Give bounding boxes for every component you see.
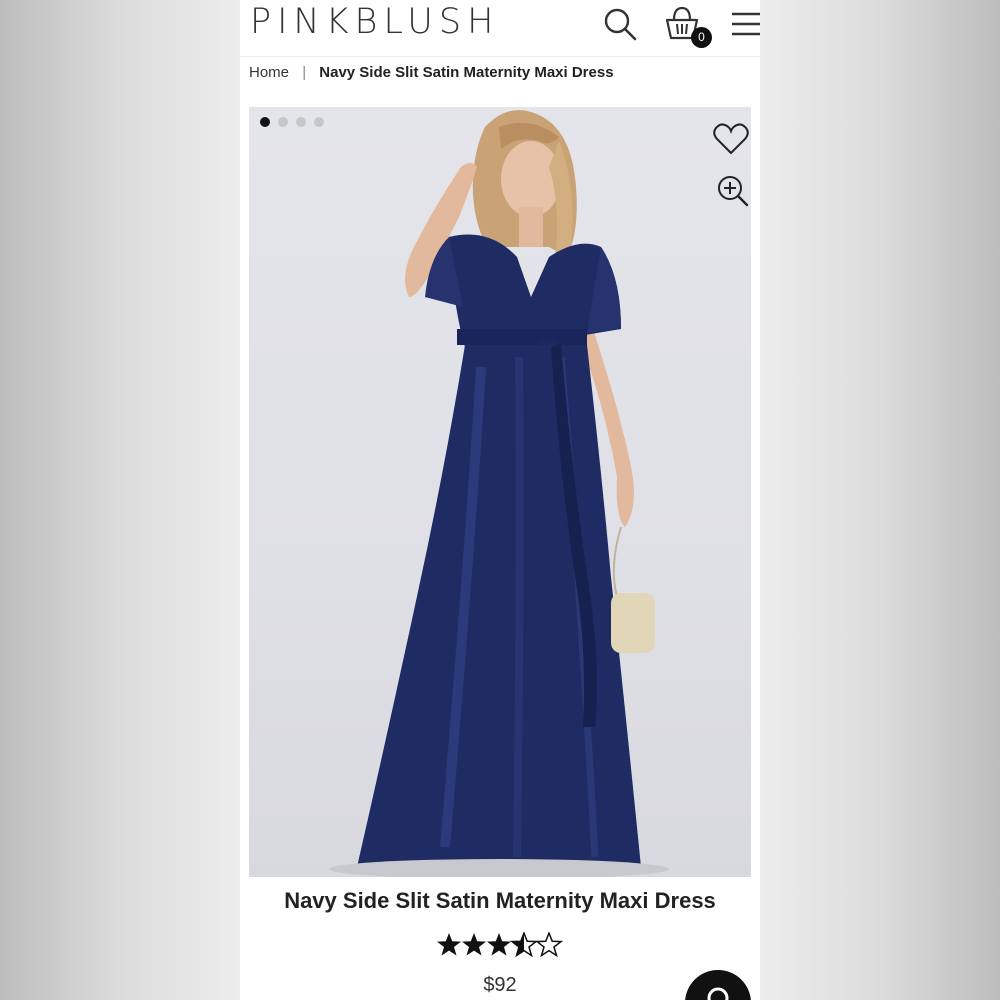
site-logo[interactable]: PINKBLUSH (250, 2, 499, 42)
mobile-page: PINKBLUSH 0 Home | Navy Side Slit Satin … (240, 0, 760, 1000)
pagination-dot-3[interactable] (296, 117, 306, 127)
image-pagination-dots (260, 117, 324, 127)
heart-icon[interactable] (711, 119, 751, 159)
star-full-icon (487, 933, 511, 956)
product-price: $92 (483, 974, 517, 996)
zoom-in-icon[interactable] (713, 171, 751, 211)
pagination-dot-4[interactable] (314, 117, 324, 127)
star-empty-icon (536, 932, 562, 957)
hamburger-menu-icon[interactable] (726, 4, 760, 44)
pagination-dot-1[interactable] (260, 117, 270, 127)
breadcrumb-home-link[interactable]: Home (249, 64, 289, 81)
breadcrumb-current-page: Navy Side Slit Satin Maternity Maxi Dres… (319, 64, 614, 81)
pagination-dot-2[interactable] (278, 117, 288, 127)
star-rating[interactable] (240, 932, 760, 963)
cart-count-badge: 0 (691, 27, 712, 48)
star-full-icon (462, 933, 486, 956)
site-header: PINKBLUSH 0 (240, 0, 760, 57)
search-icon[interactable] (600, 4, 640, 44)
product-image-gallery[interactable] (249, 107, 751, 877)
breadcrumb: Home | Navy Side Slit Satin Maternity Ma… (249, 64, 614, 81)
product-photo (329, 110, 669, 877)
chat-icon (707, 987, 729, 1000)
breadcrumb-separator: | (302, 64, 307, 81)
product-title: Navy Side Slit Satin Maternity Maxi Dres… (284, 888, 716, 913)
star-full-icon (437, 933, 461, 956)
star-half-icon (511, 932, 537, 957)
